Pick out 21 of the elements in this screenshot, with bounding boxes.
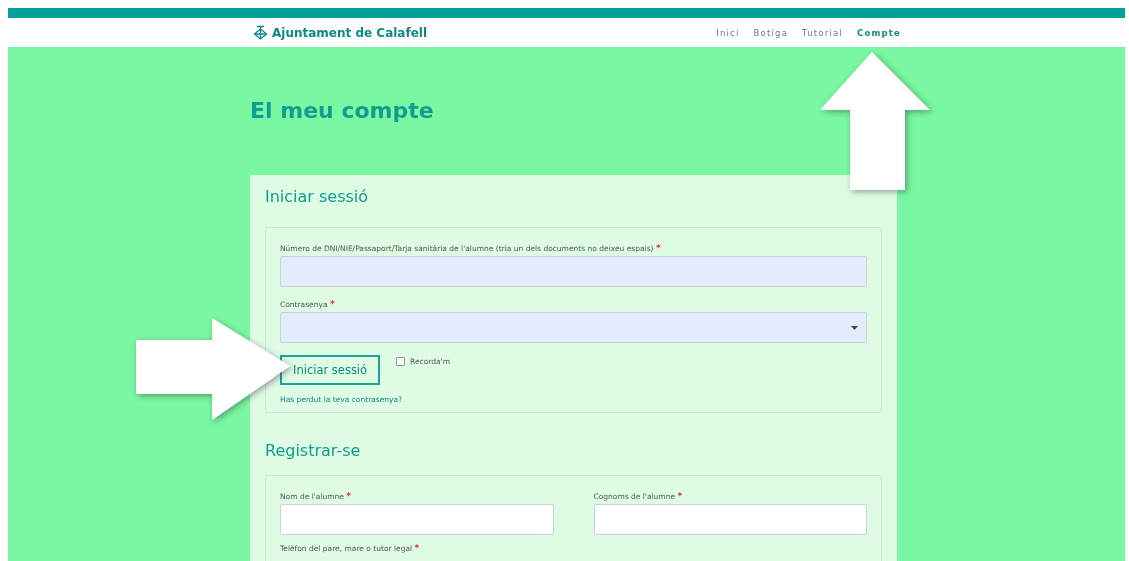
dropdown-caret-icon	[851, 325, 858, 330]
remember-checkbox[interactable]	[396, 357, 406, 366]
input-field[interactable]	[280, 504, 554, 535]
required-mark: *	[329, 299, 335, 309]
required-mark: *	[414, 543, 420, 553]
nav-link[interactable]: Botiga	[753, 27, 789, 38]
input-field[interactable]	[593, 504, 867, 535]
site-logo-text[interactable]: Ajuntament de Calafell	[272, 25, 428, 40]
register-heading: Registrar-se	[265, 440, 362, 462]
login-button[interactable]: Iniciar sessió	[280, 355, 381, 385]
nav-link[interactable]: Inici	[716, 27, 740, 38]
password-field[interactable]	[280, 312, 867, 343]
coat-of-arms-icon	[253, 25, 268, 40]
nav-link[interactable]: Compte	[856, 27, 901, 38]
required-mark: *	[677, 491, 683, 501]
page-title: El meu compte	[250, 97, 434, 125]
required-mark: *	[655, 243, 661, 253]
login-heading: Iniciar sessió	[265, 186, 370, 208]
nav-link[interactable]: Tutorial	[802, 27, 843, 38]
input-field[interactable]	[280, 256, 867, 287]
required-mark: *	[346, 491, 351, 501]
